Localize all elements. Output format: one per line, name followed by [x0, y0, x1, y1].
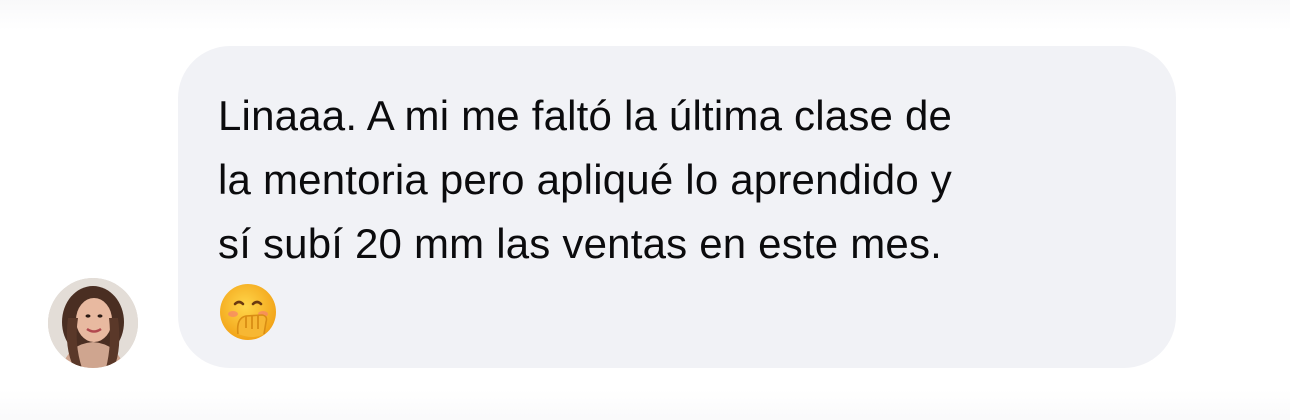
avatar-photo-icon	[48, 278, 138, 368]
sender-avatar[interactable]	[48, 278, 138, 368]
message-text: Linaaa. A mi me faltó la última clase de…	[218, 92, 953, 267]
face-with-hand-over-mouth-emoji-icon	[220, 284, 276, 340]
chat-screen: Linaaa. A mi me faltó la última clase de…	[0, 0, 1290, 420]
message-bubble[interactable]: Linaaa. A mi me faltó la última clase de…	[178, 46, 1176, 368]
incoming-message-row: Linaaa. A mi me faltó la última clase de…	[0, 0, 1290, 420]
